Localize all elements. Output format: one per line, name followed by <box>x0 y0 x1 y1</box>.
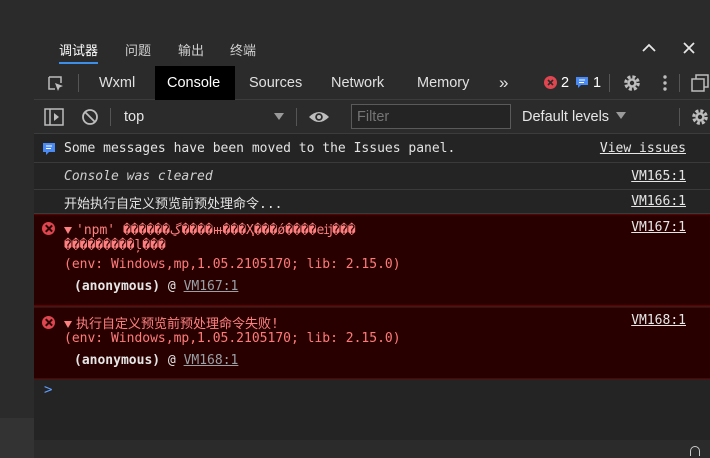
tab-memory[interactable]: Memory <box>405 66 481 100</box>
source-link[interactable]: VM168:1 <box>631 313 686 328</box>
error-message: 执行自定义预览前预处理命令失败! (env: Windows,mp,1.05.2… <box>34 307 710 379</box>
stack-function-name: (anonymous) <box>74 279 161 294</box>
toolbar-separator <box>78 74 79 92</box>
stack-at-symbol: @ <box>167 353 176 368</box>
collapse-panel-icon[interactable] <box>639 38 659 58</box>
view-issues-link[interactable]: View issues <box>600 141 686 156</box>
tab-sources[interactable]: Sources <box>237 66 314 100</box>
info-message-icon <box>43 143 55 155</box>
message-text: Some messages have been moved to the Iss… <box>64 141 456 156</box>
stack-source-link[interactable]: VM168:1 <box>184 353 239 368</box>
error-count: 2 <box>561 75 570 91</box>
error-text[interactable]: 执行自定义预览前预处理命令失败! <box>64 313 279 332</box>
error-text[interactable]: 'npm' ������ڲ����ⲿ���Ҳ���ǿ����еĳ��� <box>64 220 356 238</box>
error-count-icon <box>544 76 557 89</box>
window-top-edge <box>34 0 710 30</box>
source-link[interactable]: VM166:1 <box>631 194 686 209</box>
log-levels-dropdown[interactable]: Default levels <box>522 109 609 125</box>
tab-problems[interactable]: 问题 <box>125 40 151 59</box>
window-left-lower <box>0 418 34 458</box>
message-count: 1 <box>593 75 602 91</box>
message-text: Console was cleared <box>64 169 213 184</box>
error-text-line1: 执行自定义预览前预处理命令失败! <box>76 317 279 332</box>
message-count-icon <box>576 77 588 88</box>
undock-icon[interactable] <box>690 73 710 93</box>
error-env: (env: Windows,mp,1.05.2105170; lib: 2.15… <box>64 257 401 272</box>
tool-tabs-bar: 调试器 问题 输出 终端 <box>34 30 710 66</box>
toolbar-separator <box>609 74 610 92</box>
stack-frame: (anonymous) @ VM167:1 <box>74 279 238 294</box>
error-text-line2: ���������ļ��� <box>64 238 166 253</box>
tab-terminal[interactable]: 终端 <box>230 40 256 59</box>
sidebar-toggle-icon[interactable] <box>44 108 64 126</box>
tab-wxml[interactable]: Wxml <box>87 66 147 100</box>
log-message: 开始执行自定义预览前预处理命令... VM166:1 <box>34 190 710 214</box>
toolbar-separator <box>296 108 297 126</box>
tab-debugger[interactable]: 调试器 <box>59 40 99 64</box>
message-text: 开始执行自定义预览前预处理命令... <box>64 197 283 212</box>
stack-source-link[interactable]: VM167:1 <box>184 279 239 294</box>
error-env: (env: Windows,mp,1.05.2105170; lib: 2.15… <box>64 331 401 346</box>
toolbar-separator <box>679 108 680 126</box>
levels-dropdown-arrow-icon[interactable] <box>616 112 626 119</box>
close-panel-icon[interactable] <box>679 38 699 58</box>
console-prompt[interactable]: > <box>44 382 52 398</box>
console-settings-gear-icon[interactable] <box>690 107 710 127</box>
error-text-line1: 'npm' ������ڲ����ⲿ���Ҳ���ǿ����еĳ��� <box>76 223 356 238</box>
settings-gear-icon[interactable] <box>622 73 642 93</box>
console-toolbar: top Default levels <box>34 100 710 134</box>
window-left-edge <box>0 0 34 458</box>
context-dropdown-arrow-icon[interactable] <box>274 113 284 120</box>
live-expression-eye-icon[interactable] <box>308 110 330 124</box>
source-link[interactable]: VM167:1 <box>631 220 686 235</box>
error-icon <box>42 316 55 329</box>
status-bar-icon <box>690 446 700 456</box>
expand-triangle-icon <box>64 227 72 234</box>
tab-console[interactable]: Console <box>155 66 235 100</box>
clear-console-icon[interactable] <box>81 108 99 126</box>
stack-function-name: (anonymous) <box>74 353 161 368</box>
issues-moved-message: Some messages have been moved to the Iss… <box>34 135 710 163</box>
tab-network[interactable]: Network <box>319 66 396 100</box>
more-options-icon[interactable] <box>660 73 670 93</box>
stack-at-symbol: @ <box>167 279 176 294</box>
error-icon <box>42 222 55 235</box>
error-message: 'npm' ������ڲ����ⲿ���Ҳ���ǿ����еĳ��� ����… <box>34 214 710 306</box>
expand-triangle-icon <box>64 321 72 328</box>
source-link[interactable]: VM165:1 <box>631 169 686 184</box>
window-bottom-edge <box>34 440 710 458</box>
toolbar-separator <box>679 74 680 92</box>
context-selector[interactable]: top <box>124 109 144 125</box>
inspect-element-icon[interactable] <box>46 74 66 94</box>
toolbar-separator <box>110 108 111 126</box>
devtools-tabs-bar: Wxml Console Sources Network Memory » 2 … <box>34 66 710 100</box>
more-tabs-button[interactable]: » <box>487 66 520 100</box>
console-cleared-message: Console was cleared VM165:1 <box>34 164 710 190</box>
tab-output[interactable]: 输出 <box>178 40 204 59</box>
debugger-panel: 调试器 问题 输出 终端 Wxml Console Sources Networ… <box>34 30 710 440</box>
stack-frame: (anonymous) @ VM168:1 <box>74 353 238 368</box>
filter-input[interactable] <box>351 104 511 129</box>
